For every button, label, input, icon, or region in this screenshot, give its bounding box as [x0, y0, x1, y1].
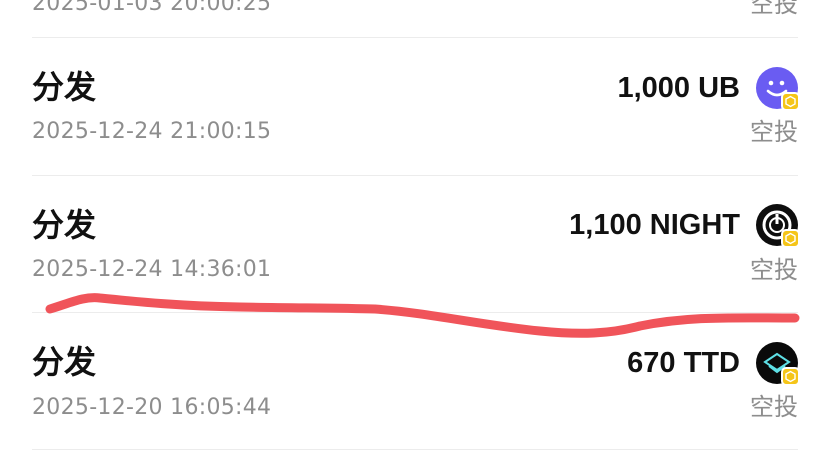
- transaction-type-label: 分发: [32, 206, 97, 244]
- transaction-type-label: 分发: [32, 343, 97, 381]
- transaction-row[interactable]: 分发 2025-12-20 16:05:44 670 TTD 空投: [32, 313, 800, 450]
- airdrop-badge-icon: [781, 229, 800, 248]
- transaction-history-screen: 2025-01-03 20:00:25 空投 分发 2025-12-24 21:…: [0, 0, 828, 466]
- night-token-icon: [756, 204, 800, 248]
- airdrop-tag: 空投: [750, 256, 798, 284]
- transaction-amount: 1,000 UB: [617, 72, 740, 104]
- transaction-type-label: 分发: [32, 68, 97, 106]
- transaction-amount: 670 TTD: [627, 347, 740, 379]
- airdrop-tag: 空投: [750, 393, 798, 421]
- row-divider: [32, 449, 798, 450]
- transaction-time: 2025-12-24 14:36:01: [32, 257, 272, 282]
- transaction-time: 2025-12-20 16:05:44: [32, 395, 272, 420]
- transaction-row[interactable]: 分发 2025-12-24 14:36:01 1,100 NIGHT 空投: [32, 176, 800, 313]
- ttd-token-icon: [756, 342, 800, 386]
- ub-token-icon: [756, 67, 800, 111]
- transaction-row[interactable]: 分发 2025-12-24 21:00:15 1,000 UB 空投: [32, 38, 800, 176]
- transaction-row-partial[interactable]: 2025-01-03 20:00:25 空投: [32, 0, 798, 38]
- airdrop-badge-icon: [781, 92, 800, 111]
- airdrop-badge-icon: [781, 367, 800, 386]
- transaction-time: 2025-12-24 21:00:15: [32, 119, 272, 144]
- airdrop-tag: 空投: [750, 0, 798, 18]
- airdrop-tag: 空投: [750, 118, 798, 146]
- transaction-time: 2025-01-03 20:00:25: [32, 0, 272, 16]
- transaction-amount: 1,100 NIGHT: [569, 209, 740, 241]
